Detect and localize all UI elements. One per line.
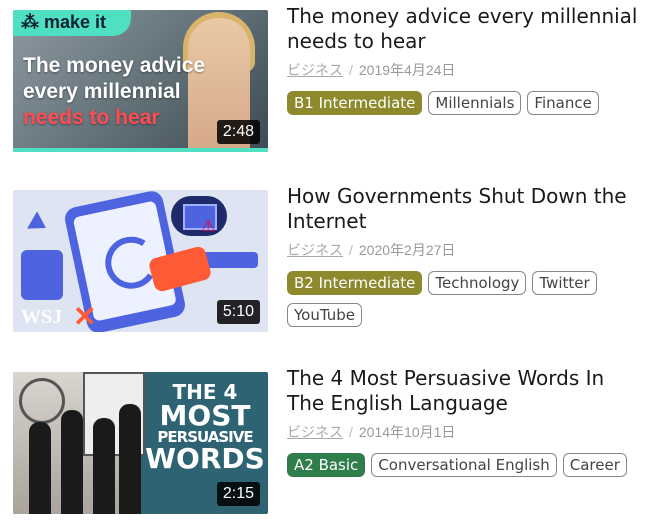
level-badge[interactable]: B1 Intermediate — [287, 91, 423, 115]
publish-date: 2020年2月27日 — [358, 242, 456, 258]
video-thumbnail[interactable]: ⚠ WSJ ✕ 5:10 — [13, 190, 268, 332]
accent-bar — [13, 148, 268, 152]
thumb-text: needs to hear — [23, 106, 160, 129]
paper-plane-icon — [27, 211, 51, 237]
brand-logo: ⁂ make it — [21, 12, 107, 32]
video-thumbnail[interactable]: ⁂ make it The money advice every millenn… — [13, 10, 268, 152]
tag[interactable]: Career — [562, 453, 627, 477]
tag[interactable]: YouTube — [287, 303, 362, 327]
x-icon: ✕ — [73, 301, 97, 332]
meta-separator: / — [349, 424, 353, 440]
video-meta: ビジネス / 2019年4月24日 — [287, 60, 455, 80]
video-title[interactable]: The 4 Most Persuasive Words In The Engli… — [287, 366, 647, 416]
dinosaur-icon — [21, 250, 63, 300]
level-badge[interactable]: A2 Basic — [287, 453, 366, 477]
thumb-text: every millennial — [23, 80, 181, 103]
thumb-headline: THE 4 MOST PERSUASIVE WORDS — [142, 382, 268, 473]
silhouette — [119, 404, 141, 514]
silhouette — [29, 422, 51, 514]
video-duration: 5:10 — [216, 300, 260, 324]
tag[interactable]: Twitter — [532, 271, 597, 295]
category-link[interactable]: ビジネス — [287, 242, 343, 258]
thumb-text: MOST — [159, 399, 251, 432]
tag-list: B1 Intermediate Millennials Finance — [287, 91, 627, 115]
tag[interactable]: Conversational English — [371, 453, 557, 477]
silhouette — [61, 410, 83, 514]
meta-separator: / — [349, 62, 353, 78]
category-link[interactable]: ビジネス — [287, 62, 343, 78]
tag[interactable]: Finance — [527, 91, 599, 115]
tag[interactable]: Millennials — [428, 91, 522, 115]
video-duration: 2:15 — [216, 482, 260, 506]
level-badge[interactable]: B2 Intermediate — [287, 271, 423, 295]
tag[interactable]: Technology — [428, 271, 527, 295]
silhouette — [93, 418, 115, 514]
tag-list: B2 Intermediate Technology Twitter YouTu… — [287, 271, 627, 327]
video-meta: ビジネス / 2014年10月1日 — [287, 422, 455, 442]
category-link[interactable]: ビジネス — [287, 424, 343, 440]
lamp-illustration — [19, 378, 65, 424]
video-thumbnail[interactable]: THE 4 MOST PERSUASIVE WORDS 2:15 — [13, 372, 268, 514]
warning-icon: ⚠ — [201, 218, 216, 235]
video-duration: 2:48 — [216, 120, 260, 144]
meta-separator: / — [349, 242, 353, 258]
video-title[interactable]: How Governments Shut Down the Internet — [287, 184, 647, 234]
video-title[interactable]: The money advice every millennial needs … — [287, 4, 647, 54]
tag-list: A2 Basic Conversational English Career — [287, 453, 627, 477]
brand-logo: WSJ — [21, 306, 63, 328]
office-scene — [13, 372, 145, 514]
thumb-text: The money advice — [23, 54, 206, 77]
video-meta: ビジネス / 2020年2月27日 — [287, 240, 455, 260]
publish-date: 2019年4月24日 — [358, 62, 456, 78]
publish-date: 2014年10月1日 — [358, 424, 456, 440]
thumb-text: WORDS — [145, 442, 265, 475]
